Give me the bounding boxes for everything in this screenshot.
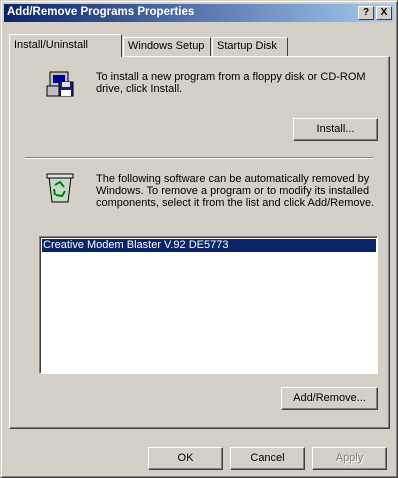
install-instructions: To install a new program from a floppy d…	[96, 71, 366, 95]
ok-button-label: OK	[177, 452, 194, 464]
floppy-computer-icon	[46, 71, 74, 97]
close-button[interactable]: X	[376, 6, 392, 20]
tab-startup-disk[interactable]: Startup Disk	[212, 37, 288, 56]
tab-label: Install/Uninstall	[14, 39, 88, 51]
section-divider	[25, 157, 373, 159]
help-button[interactable]: ?	[358, 6, 374, 20]
window-title: Add/Remove Programs Properties	[7, 6, 195, 18]
dialog-window: Add/Remove Programs Properties ? X Insta…	[0, 0, 398, 478]
cancel-button-label: Cancel	[250, 452, 285, 464]
add-remove-button[interactable]: Add/Remove...	[281, 387, 378, 410]
apply-button[interactable]: Apply	[312, 447, 387, 470]
tab-install-uninstall[interactable]: Install/Uninstall	[9, 34, 122, 57]
cancel-button[interactable]: Cancel	[230, 447, 305, 470]
ok-button[interactable]: OK	[148, 447, 223, 470]
install-button[interactable]: Install...	[293, 118, 378, 141]
apply-button-label: Apply	[335, 452, 364, 464]
uninstall-instructions: The following software can be automatica…	[96, 173, 375, 209]
install-button-label: Install...	[316, 123, 355, 135]
recycle-bin-icon	[46, 173, 74, 203]
list-item-selected[interactable]: Creative Modem Blaster V.92 DE5773	[42, 239, 376, 252]
add-remove-button-label: Add/Remove...	[293, 392, 366, 404]
title-bar[interactable]: Add/Remove Programs Properties ? X	[4, 4, 394, 22]
program-list[interactable]: Creative Modem Blaster V.92 DE5773	[39, 236, 378, 374]
tab-windows-setup[interactable]: Windows Setup	[123, 37, 211, 56]
tab-label: Windows Setup	[128, 40, 205, 52]
tab-label: Startup Disk	[217, 40, 277, 52]
